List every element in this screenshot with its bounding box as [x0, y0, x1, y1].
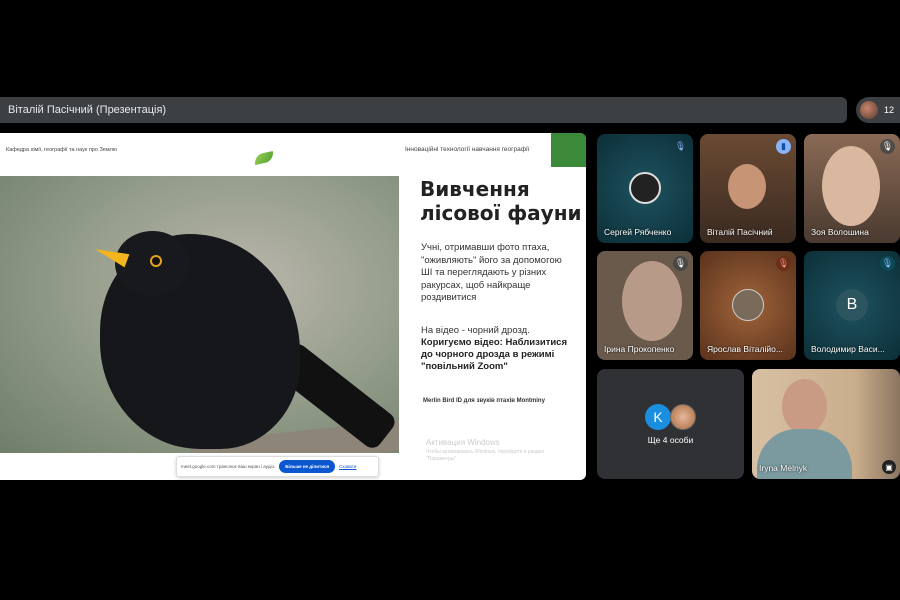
video-face: [728, 164, 766, 209]
picture-in-picture-icon[interactable]: ▣: [882, 460, 896, 474]
slide-header-right: Інноваційні технології навчання географі…: [405, 146, 530, 153]
mic-off-icon: 🎙: [673, 256, 688, 271]
mic-off-icon: 🎙: [880, 139, 895, 154]
green-accent: [551, 133, 586, 167]
speaking-icon: ▮: [776, 139, 791, 154]
share-message: meet.google.com транслює ваш екран і ауд…: [181, 464, 276, 469]
more-participants-label: Ще 4 особи: [647, 435, 694, 445]
avatar: [670, 404, 696, 430]
participant-name: Володимир Васи...: [811, 344, 885, 354]
participant-name: Сергей Рябченко: [604, 227, 672, 237]
hide-button[interactable]: Сховати: [339, 464, 356, 469]
participant-name: Зоя Волошина: [811, 227, 869, 237]
participant-tile[interactable]: 🎙 Ірина Прокопенко: [597, 251, 693, 360]
more-participants-tile[interactable]: K Ще 4 особи: [597, 369, 744, 479]
participant-name: Ярослав Віталійо...: [707, 344, 783, 354]
avatar: [629, 172, 661, 204]
slide-paragraph: Учні, отримавши фото птаха, "оживляють" …: [421, 242, 562, 303]
participant-tile[interactable]: 🎙 Сергей Рябченко: [597, 134, 693, 243]
participant-tile[interactable]: Iryna Melnyk ▣: [752, 369, 900, 479]
participant-name: Iryna Melnyk: [759, 463, 808, 473]
video-face: [822, 146, 880, 226]
mic-off-icon: 🎙: [776, 256, 791, 271]
mic-off-icon: 🎙: [674, 141, 687, 151]
participant-count: 12: [884, 105, 895, 115]
presenter-bar: Віталій Пасічний (Презентація): [0, 97, 847, 123]
avatar: В: [836, 289, 868, 321]
screen-share-bar: meet.google.com транслює ваш екран і ауд…: [176, 456, 379, 477]
windows-activation-title: Активация Windows: [426, 438, 500, 447]
bold-instruction: Коригуємо відео: Наблизитися до чорного …: [421, 337, 568, 372]
windows-activation-sub: Чтобы активировать Windows, перейдите в …: [426, 449, 545, 462]
participant-tile[interactable]: 🎙 Ярослав Віталійо...: [700, 251, 796, 360]
video-face: [622, 261, 682, 341]
participant-name: Віталій Пасічний: [707, 227, 773, 237]
leaf-icon: [253, 151, 275, 165]
slide-title: Вивчення лісової фауни: [420, 177, 582, 225]
slide-header-left: Кафедра хімії, географії та наук про Зем…: [6, 147, 117, 153]
participant-tile[interactable]: ▮ Віталій Пасічний: [700, 134, 796, 243]
avatar: K: [645, 404, 671, 430]
blackbird-photo: [0, 176, 399, 453]
participant-name: Ірина Прокопенко: [604, 344, 675, 354]
avatar: [732, 289, 764, 321]
stop-sharing-button[interactable]: Більше не ділитися: [279, 460, 336, 473]
presentation-slide: Кафедра хімії, географії та наук про Зем…: [0, 133, 586, 480]
title-line: Вивчення: [420, 177, 530, 201]
presenter-name: Віталій Пасічний (Презентація): [8, 104, 167, 116]
participants-button[interactable]: 12: [856, 97, 900, 123]
bird-eye: [150, 255, 162, 267]
video-face: [782, 379, 827, 434]
participant-tile[interactable]: В 🎙 Володимир Васи...: [804, 251, 900, 360]
title-line: лісової фауни: [420, 201, 582, 225]
avatar: [860, 101, 878, 119]
participant-tile[interactable]: 🎙 Зоя Волошина: [804, 134, 900, 243]
merlin-note: Merlin Bird ID для звуків птахів Montmin…: [423, 398, 545, 404]
mic-off-icon: 🎙: [880, 256, 895, 271]
video-note: На відео - чорний дрозд.: [421, 325, 530, 336]
